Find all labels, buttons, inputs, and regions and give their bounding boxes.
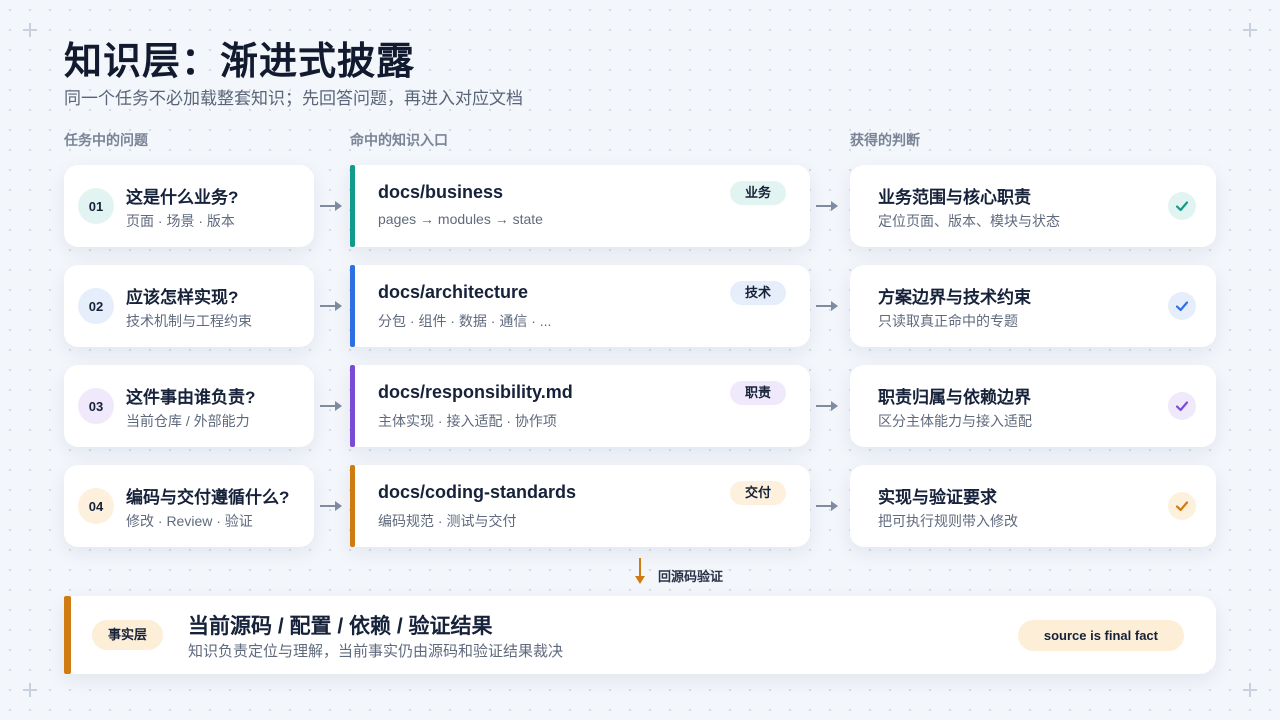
question-subtitle: 当前仓库 / 外部能力 <box>126 413 250 429</box>
doc-accent-bar <box>350 165 355 247</box>
result-subtitle: 把可执行规则带入修改 <box>878 513 1018 529</box>
doc-path: docs/responsibility.md <box>378 382 573 402</box>
result-card: 业务范围与核心职责 定位页面、版本、模块与状态 <box>850 165 1216 247</box>
doc-card: docs/responsibility.md 主体实现 · 接入适配 · 协作项… <box>350 365 810 447</box>
doc-card: docs/business pages → modules → state 业务 <box>350 165 810 247</box>
result-subtitle: 区分主体能力与接入适配 <box>878 413 1032 429</box>
doc-subtitle: 分包 · 组件 · 数据 · 通信 · ... <box>378 313 552 329</box>
check-icon <box>1168 492 1196 520</box>
step-number: 02 <box>78 288 114 324</box>
step-number: 03 <box>78 388 114 424</box>
corner-mark-bottom-right <box>1243 683 1257 697</box>
step-number: 04 <box>78 488 114 524</box>
doc-path: docs/architecture <box>378 282 529 302</box>
arrow-right-icon <box>320 200 342 212</box>
question-card: 04 编码与交付遵循什么? 修改 · Review · 验证 <box>64 465 314 547</box>
column-header-questions: 任务中的问题 <box>64 132 148 148</box>
result-card: 实现与验证要求 把可执行规则带入修改 <box>850 465 1216 547</box>
doc-card: docs/coding-standards 编码规范 · 测试与交付 交付 <box>350 465 810 547</box>
result-subtitle: 只读取真正命中的专题 <box>878 313 1018 329</box>
corner-mark-top-right <box>1243 23 1257 37</box>
question-title: 这件事由谁负责? <box>126 388 256 407</box>
arrow-right-icon <box>320 300 342 312</box>
result-title: 职责归属与依赖边界 <box>878 388 1031 407</box>
doc-accent-bar <box>350 465 355 547</box>
doc-path: docs/business <box>378 182 504 202</box>
question-subtitle: 页面 · 场景 · 版本 <box>126 213 235 229</box>
arrow-right-icon <box>320 500 342 512</box>
result-card: 职责归属与依赖边界 区分主体能力与接入适配 <box>850 365 1216 447</box>
check-icon <box>1168 392 1196 420</box>
check-icon <box>1168 192 1196 220</box>
down-arrow-icon <box>634 558 646 586</box>
verify-label: 回源码验证 <box>658 569 724 584</box>
question-title: 应该怎样实现? <box>126 288 239 307</box>
corner-mark-top-left <box>23 23 37 37</box>
column-header-results: 获得的判断 <box>850 132 920 148</box>
arrow-right-icon <box>816 500 838 512</box>
page-subtitle: 同一个任务不必加载整套知识；先回答问题，再进入对应文档 <box>64 89 523 108</box>
doc-accent-bar <box>350 365 355 447</box>
result-title: 方案边界与技术约束 <box>878 288 1031 307</box>
result-title: 业务范围与核心职责 <box>878 188 1031 207</box>
page-title: 知识层：渐进式披露 <box>64 41 416 83</box>
doc-subtitle: 主体实现 · 接入适配 · 协作项 <box>378 413 557 429</box>
doc-subtitle: pages → modules → state <box>378 211 543 227</box>
doc-tag: 职责 <box>729 381 786 405</box>
doc-subtitle: 编码规范 · 测试与交付 <box>378 513 517 529</box>
doc-tag: 业务 <box>729 181 786 205</box>
question-card: 02 应该怎样实现? 技术机制与工程约束 <box>64 265 314 347</box>
result-card: 方案边界与技术约束 只读取真正命中的专题 <box>850 265 1216 347</box>
question-title: 编码与交付遵循什么? <box>126 488 290 507</box>
doc-tag: 交付 <box>729 481 786 505</box>
doc-path: docs/coding-standards <box>378 482 577 502</box>
check-icon <box>1168 292 1196 320</box>
question-subtitle: 技术机制与工程约束 <box>126 313 252 329</box>
doc-tag: 技术 <box>729 281 786 305</box>
fact-title: 当前源码 / 配置 / 依赖 / 验证结果 <box>188 615 493 638</box>
step-number: 01 <box>78 188 114 224</box>
arrow-right-icon <box>816 200 838 212</box>
doc-card: docs/architecture 分包 · 组件 · 数据 · 通信 · ..… <box>350 265 810 347</box>
fact-badge: 事实层 <box>92 620 164 650</box>
corner-mark-bottom-left <box>23 683 37 697</box>
arrow-right-icon <box>320 400 342 412</box>
fact-accent-bar <box>64 596 71 674</box>
question-subtitle: 修改 · Review · 验证 <box>126 513 253 529</box>
doc-accent-bar <box>350 265 355 347</box>
result-subtitle: 定位页面、版本、模块与状态 <box>878 213 1060 229</box>
arrow-right-icon <box>816 400 838 412</box>
arrow-right-icon <box>816 300 838 312</box>
question-title: 这是什么业务? <box>126 188 239 207</box>
result-title: 实现与验证要求 <box>878 488 997 507</box>
column-header-docs: 命中的知识入口 <box>350 132 448 148</box>
question-card: 01 这是什么业务? 页面 · 场景 · 版本 <box>64 165 314 247</box>
question-card: 03 这件事由谁负责? 当前仓库 / 外部能力 <box>64 365 314 447</box>
fact-pill: source is final fact <box>1017 620 1184 651</box>
fact-subtitle: 知识负责定位与理解，当前事实仍由源码和验证结果裁决 <box>188 643 564 660</box>
fact-layer-card: 事实层 当前源码 / 配置 / 依赖 / 验证结果 知识负责定位与理解，当前事实… <box>64 596 1216 674</box>
